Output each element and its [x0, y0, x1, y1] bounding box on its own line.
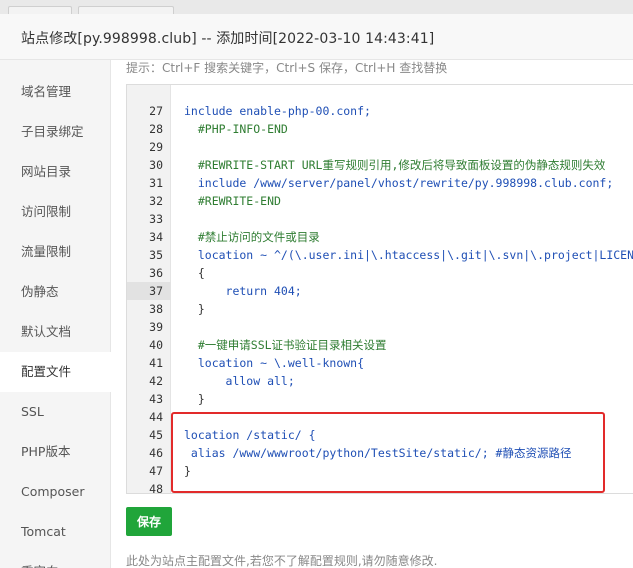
sidebar-item-domain[interactable]: 域名管理: [0, 72, 111, 112]
line-number: 43: [149, 392, 163, 406]
line-number: 28: [149, 122, 163, 136]
sidebar-item-tomcat[interactable]: Tomcat: [0, 512, 111, 552]
dialog-title: 站点修改[py.998998.club] -- 添加时间[2022-03-10 …: [21, 31, 435, 47]
sidebar-item-access[interactable]: 访问限制: [0, 192, 111, 232]
line-number: 35: [149, 248, 163, 262]
line-number: 42: [149, 374, 163, 388]
code-line: }: [184, 392, 205, 406]
code-line: include /www/server/panel/vhost/rewrite/…: [184, 176, 614, 190]
code-line: location ~ \.well-known{: [184, 356, 365, 370]
editor-shortcut-hint: 提示：Ctrl+F 搜索关键字，Ctrl+S 保存，Ctrl+H 查找替换: [126, 61, 448, 75]
settings-sidebar: 域名管理 子目录绑定 网站目录 访问限制 流量限制 伪静态 默认文档 配置文件 …: [0, 60, 112, 568]
code-line: {: [184, 266, 205, 280]
code-line: #REWRITE-END: [184, 194, 281, 208]
code-line: }: [184, 464, 191, 478]
line-number: 32: [149, 194, 163, 208]
line-number: 41: [149, 356, 163, 370]
code-line: #禁止访问的文件或目录: [184, 230, 320, 244]
line-number: 40: [149, 338, 163, 352]
code-line: alias /www/wwwroot/python/TestSite/stati…: [184, 446, 572, 460]
line-number: 47: [149, 464, 163, 478]
line-number: 30: [149, 158, 163, 172]
sidebar-item-php-version[interactable]: PHP版本: [0, 432, 111, 472]
line-number: 48: [149, 482, 163, 494]
line-number: 27: [149, 104, 163, 118]
sidebar-item-rewrite[interactable]: 伪静态: [0, 272, 111, 312]
line-number: 34: [149, 230, 163, 244]
line-number: 36: [149, 266, 163, 280]
code-line: #一键申请SSL证书验证目录相关设置: [184, 338, 387, 352]
code-line: #REWRITE-START URL重写规则引用,修改后将导致面板设置的伪静态规…: [184, 158, 606, 172]
config-code-editor[interactable]: 27 28 29 30 31 32 33 34 35 36 37 38 39 4…: [126, 84, 633, 494]
code-line: include enable-php-00.conf;: [184, 104, 371, 118]
save-button[interactable]: 保存: [126, 507, 172, 536]
line-number: 45: [149, 428, 163, 442]
sidebar-item-composer[interactable]: Composer: [0, 472, 111, 512]
line-number: 31: [149, 176, 163, 190]
sidebar-item-config-file[interactable]: 配置文件: [0, 352, 112, 392]
code-line: #PHP-INFO-END: [184, 122, 288, 136]
line-number: 33: [149, 212, 163, 226]
sidebar-item-subdir[interactable]: 子目录绑定: [0, 112, 111, 152]
dialog-title-bar: 站点修改[py.998998.club] -- 添加时间[2022-03-10 …: [0, 14, 633, 60]
code-line: return 404;: [184, 284, 302, 298]
code-line: location ~ ^/(\.user.ini|\.htaccess|\.gi…: [197, 248, 633, 262]
background-window: [0, 0, 633, 16]
code-line: allow all;: [184, 374, 295, 388]
line-number: 38: [149, 302, 163, 316]
line-number: 37: [149, 284, 163, 298]
sidebar-item-site-dir[interactable]: 网站目录: [0, 152, 111, 192]
sidebar-item-redirect[interactable]: 重定向: [0, 552, 111, 568]
sidebar-item-default-doc[interactable]: 默认文档: [0, 312, 111, 352]
code-line: }: [184, 302, 205, 316]
line-number: 39: [149, 320, 163, 334]
code-line: location /static/ {: [184, 428, 316, 442]
line-number: 29: [149, 140, 163, 154]
sidebar-item-ssl[interactable]: SSL: [0, 392, 111, 432]
line-number: 44: [149, 410, 163, 424]
sidebar-item-traffic[interactable]: 流量限制: [0, 232, 111, 272]
line-number: 46: [149, 446, 163, 460]
config-warning-note: 此处为站点主配置文件,若您不了解配置规则,请勿随意修改.: [126, 554, 438, 568]
